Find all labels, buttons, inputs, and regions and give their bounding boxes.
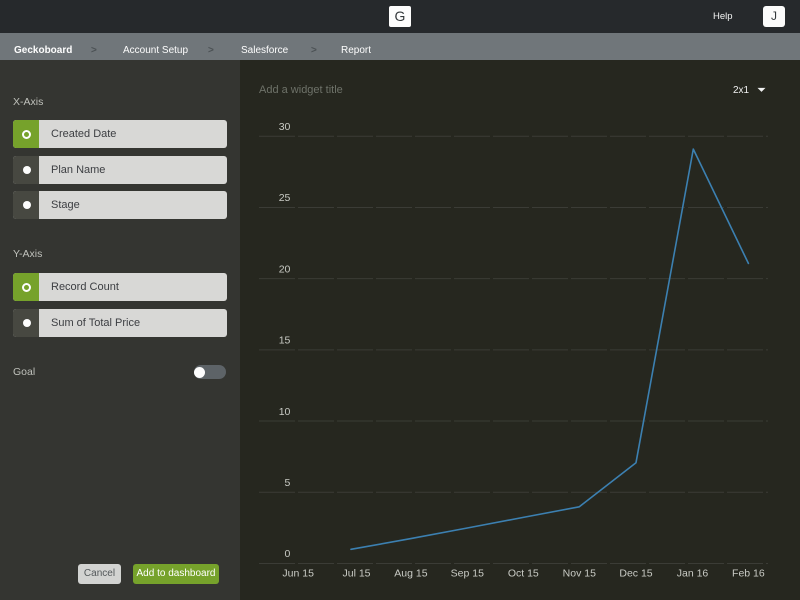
svg-text:30: 30: [279, 121, 291, 133]
svg-text:Dec 15: Dec 15: [619, 568, 652, 580]
svg-text:15: 15: [279, 335, 291, 347]
svg-text:Jul 15: Jul 15: [342, 568, 370, 580]
svg-text:Sep 15: Sep 15: [451, 568, 484, 580]
svg-text:Jun 15: Jun 15: [282, 568, 314, 580]
svg-text:Feb 16: Feb 16: [732, 568, 765, 580]
svg-text:Aug 15: Aug 15: [394, 568, 427, 580]
svg-text:20: 20: [279, 263, 291, 275]
svg-text:25: 25: [279, 192, 291, 204]
svg-text:5: 5: [285, 477, 291, 489]
svg-text:Nov 15: Nov 15: [563, 568, 596, 580]
svg-text:0: 0: [285, 548, 291, 560]
svg-text:Jan 16: Jan 16: [677, 568, 709, 580]
svg-text:10: 10: [279, 406, 291, 418]
svg-text:Oct 15: Oct 15: [508, 568, 539, 580]
